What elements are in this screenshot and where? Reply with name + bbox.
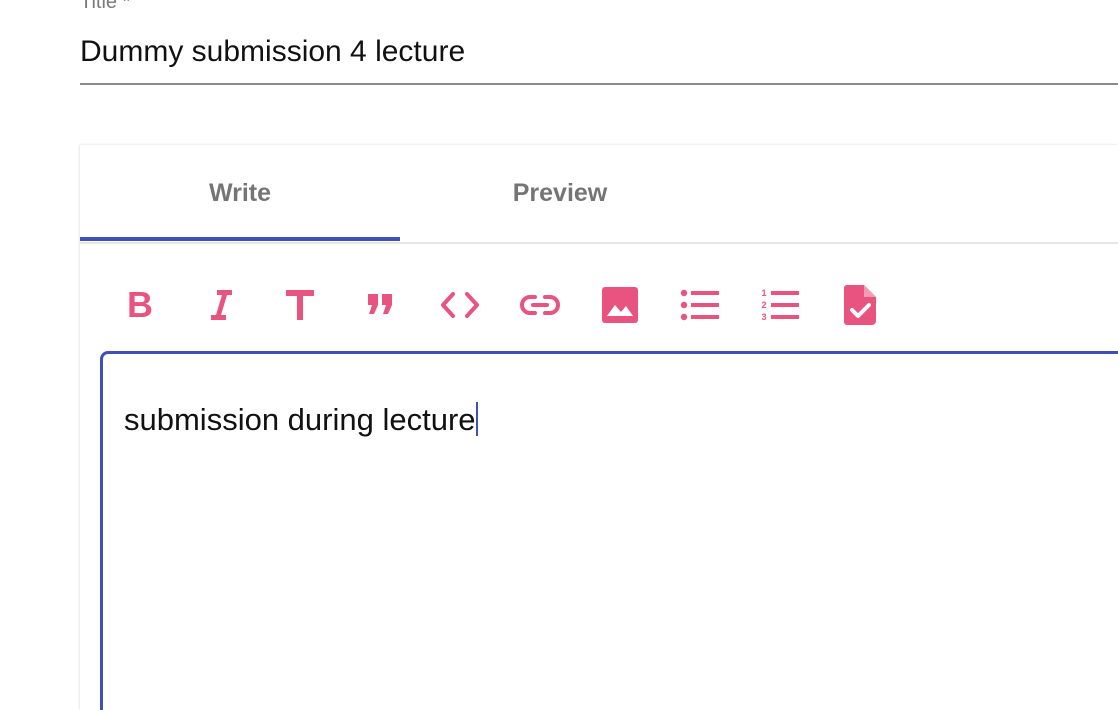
markdown-editor: Write Preview B 1 2 3 submission during … bbox=[80, 145, 1118, 710]
textarea-content: submission during lecture bbox=[124, 402, 478, 438]
header-button[interactable] bbox=[260, 283, 340, 327]
italic-button[interactable] bbox=[180, 283, 260, 327]
code-icon bbox=[441, 292, 479, 318]
submission-form: Title * Write Preview B bbox=[0, 0, 1118, 710]
bulleted-list-icon bbox=[680, 289, 719, 321]
editor-tabs: Write Preview bbox=[80, 145, 1118, 244]
svg-text:2: 2 bbox=[761, 300, 766, 310]
title-underline bbox=[80, 83, 1118, 85]
textarea-text: submission during lecture bbox=[124, 402, 476, 437]
tab-write[interactable]: Write bbox=[80, 145, 400, 242]
image-button[interactable] bbox=[580, 283, 660, 327]
quote-icon bbox=[368, 294, 392, 314]
title-field[interactable]: Title * bbox=[80, 0, 1118, 86]
bold-icon: B bbox=[127, 287, 153, 323]
italic-icon bbox=[211, 290, 232, 320]
checked-file-icon bbox=[844, 285, 876, 325]
bold-button[interactable]: B bbox=[100, 283, 180, 327]
svg-text:B: B bbox=[127, 287, 153, 323]
numbered-list-icon: 1 2 3 bbox=[761, 288, 799, 322]
title-input[interactable] bbox=[80, 32, 1118, 72]
formatting-toolbar: B 1 2 3 bbox=[100, 283, 900, 327]
header-icon bbox=[286, 290, 314, 320]
numbered-list-button[interactable]: 1 2 3 bbox=[740, 283, 820, 327]
active-tab-indicator bbox=[80, 237, 400, 241]
svg-text:3: 3 bbox=[761, 312, 766, 322]
title-label: Title * bbox=[80, 0, 131, 13]
image-icon bbox=[602, 287, 638, 323]
quote-button[interactable] bbox=[340, 283, 420, 327]
text-caret bbox=[475, 402, 478, 436]
svg-text:1: 1 bbox=[761, 288, 766, 298]
bulleted-list-button[interactable] bbox=[660, 283, 740, 327]
tab-preview[interactable]: Preview bbox=[400, 145, 720, 242]
code-button[interactable] bbox=[420, 283, 500, 327]
link-icon bbox=[520, 295, 560, 315]
link-button[interactable] bbox=[500, 283, 580, 327]
markdown-textarea[interactable]: submission during lecture bbox=[100, 351, 1118, 710]
checked-list-button[interactable] bbox=[820, 283, 900, 327]
